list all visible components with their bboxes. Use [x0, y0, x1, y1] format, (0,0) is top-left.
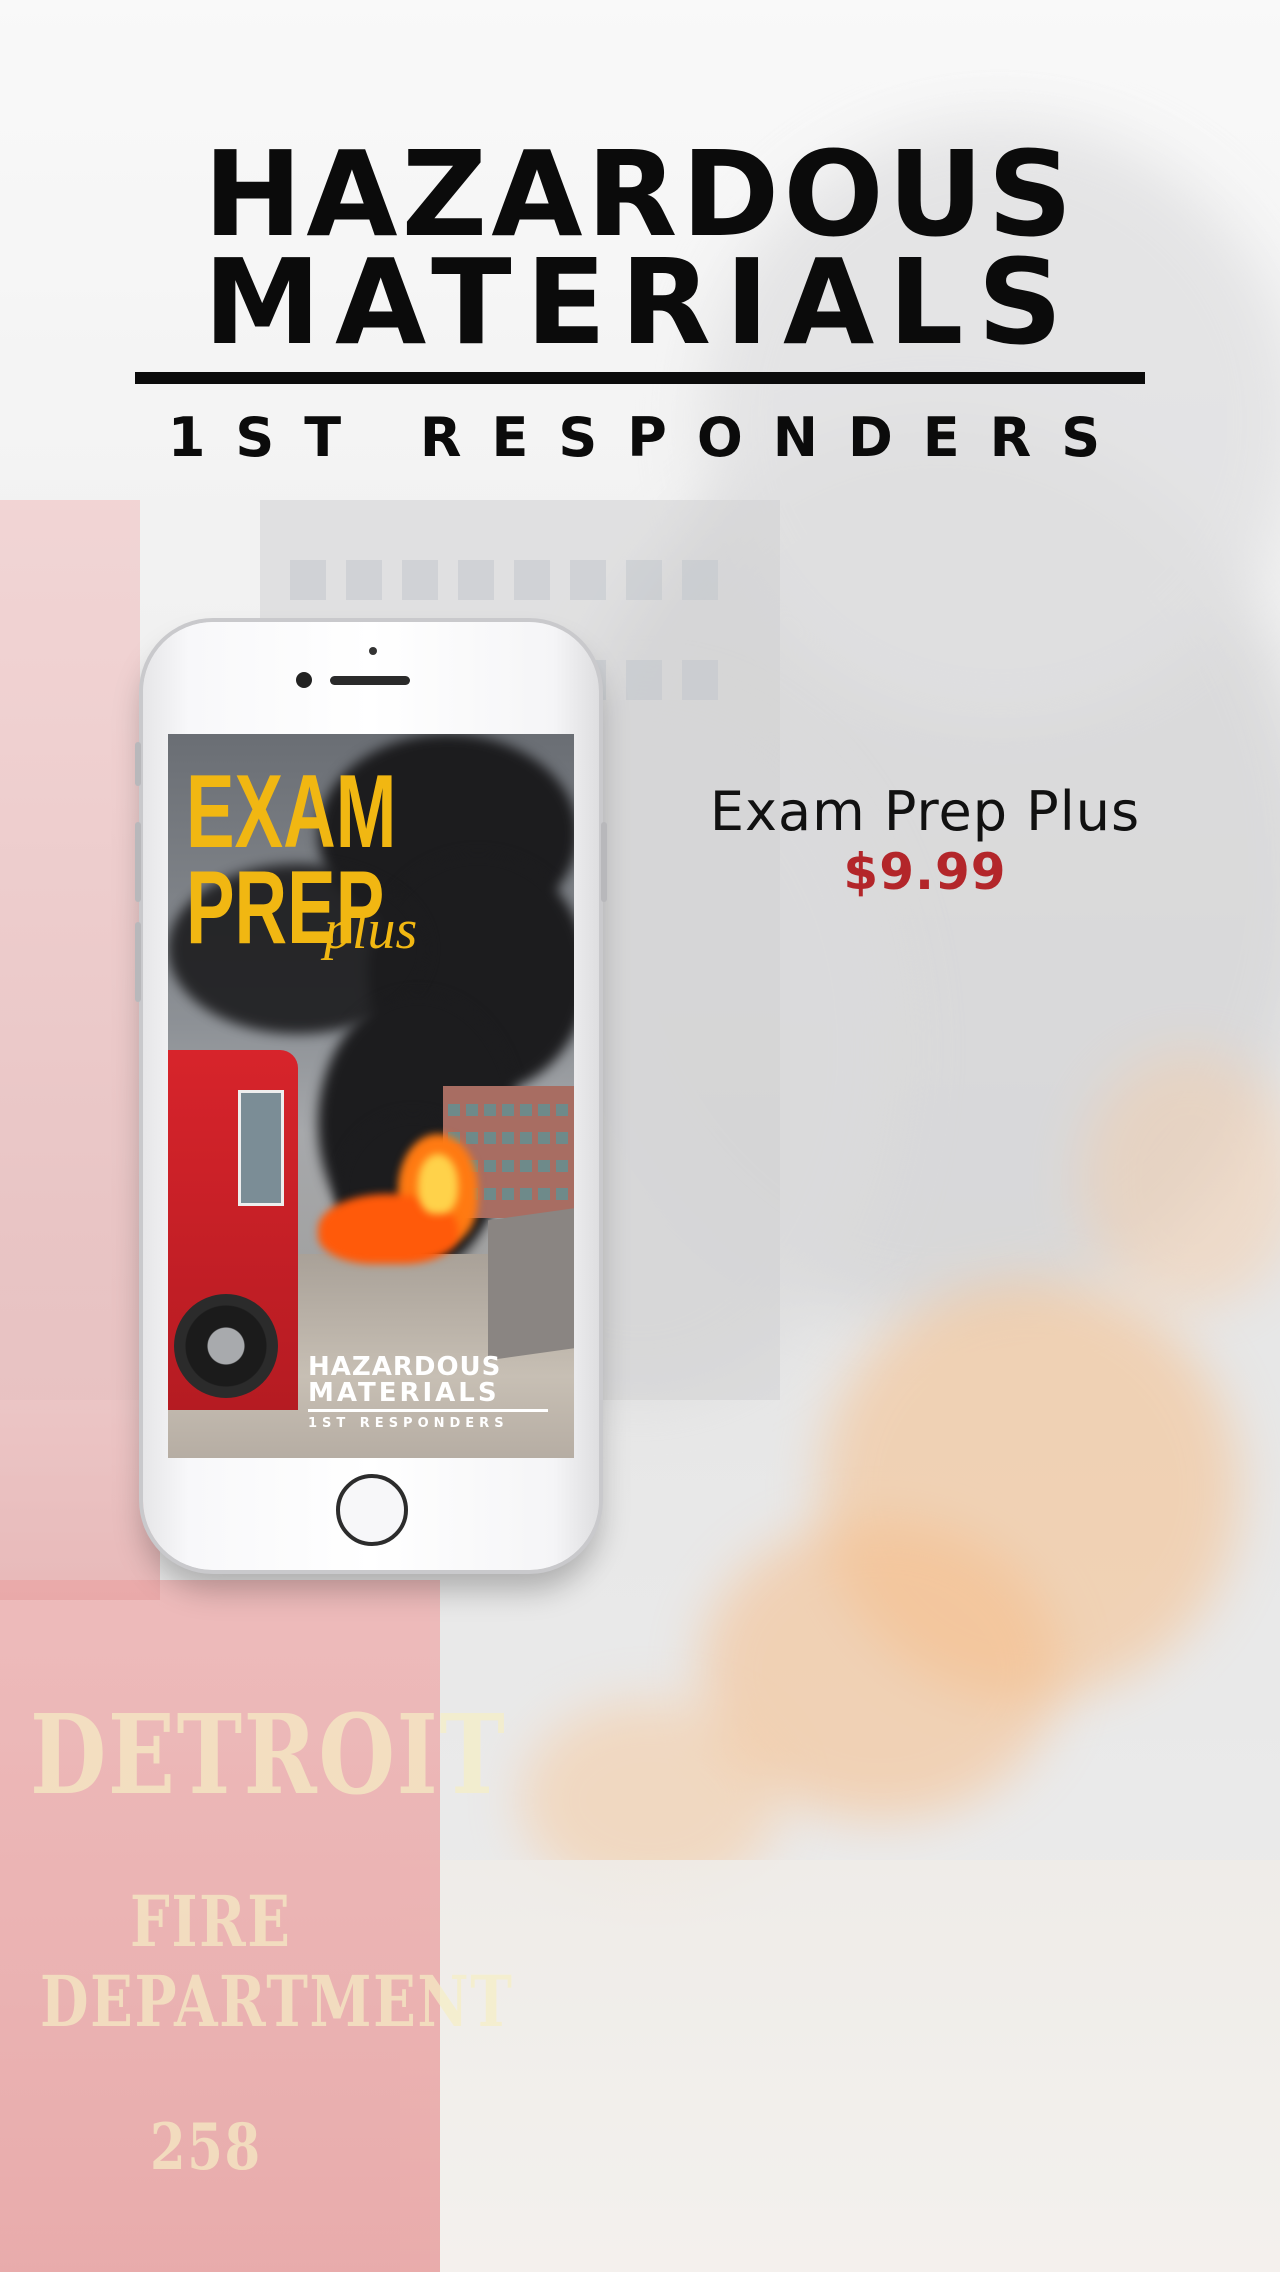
phone-home-button: [336, 1474, 408, 1546]
phone-power-button: [601, 822, 607, 902]
cover-logo-divider: [308, 1409, 548, 1412]
phone-volume-down: [135, 922, 141, 1002]
screen-truck-wheel: [174, 1294, 278, 1398]
phone-speaker: [330, 676, 410, 685]
product-price: $9.99: [843, 843, 1007, 901]
cover-logo-responders: 1ST RESPONDERS: [308, 1416, 509, 1431]
phone-screen-app-cover[interactable]: EXAM PREP plus HAZARDOUS MATERIALS 1ST R…: [168, 734, 574, 1458]
app-logo: HAZARDOUS MATERIALS 1ST RESPONDERS: [135, 125, 1145, 469]
cover-title-plus: plus: [324, 899, 418, 961]
cover-mini-logo: HAZARDOUS MATERIALS 1ST RESPONDERS: [308, 1354, 564, 1431]
logo-line-responders: 1ST RESPONDERS: [167, 406, 1131, 469]
logo-line-materials: MATERIALS: [203, 233, 1077, 371]
phone-sensor: [369, 647, 377, 655]
phone-front-camera: [296, 672, 312, 688]
cover-logo-materials: MATERIALS: [308, 1378, 500, 1408]
product-name: Exam Prep Plus: [709, 780, 1141, 843]
cover-title-exam: EXAM: [186, 754, 397, 870]
phone-mute-switch: [135, 742, 141, 786]
logo-divider: [135, 372, 1145, 384]
cover-logo-hazardous: HAZARDOUS: [308, 1352, 502, 1382]
phone-volume-up: [135, 822, 141, 902]
product-info: Exam Prep Plus $9.99: [640, 782, 1210, 902]
phone-mockup: EXAM PREP plus HAZARDOUS MATERIALS 1ST R…: [135, 622, 607, 1570]
logo-line-hazardous: HAZARDOUS: [203, 125, 1077, 263]
